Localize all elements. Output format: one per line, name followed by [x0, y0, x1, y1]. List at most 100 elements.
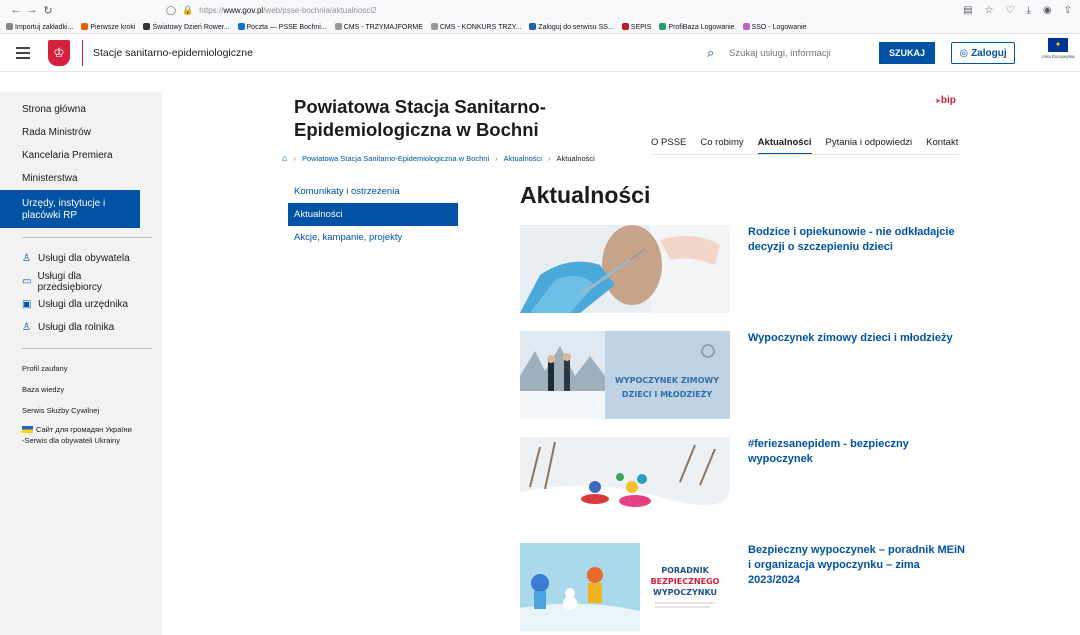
tab-what-we-do[interactable]: Co robimy: [700, 137, 743, 155]
subnav-item-alerts[interactable]: Komunikaty i ostrzeżenia: [288, 180, 458, 203]
sidebar-item-council[interactable]: Rada Ministrów: [0, 121, 162, 144]
eagle-emblem-icon[interactable]: ♔: [48, 39, 70, 66]
pocket-icon[interactable]: ♡: [1005, 5, 1014, 16]
eu-label: Unia Europejska: [1041, 54, 1075, 59]
sidebar-item-ministries[interactable]: Ministerstwa: [0, 167, 162, 190]
image-caption: PORADNIK: [661, 566, 709, 575]
extensions-icon[interactable]: ⇧: [1064, 5, 1072, 16]
search-icon: ⌕: [707, 45, 715, 60]
forward-icon[interactable]: →: [24, 4, 40, 16]
breadcrumb: ⌂ › Powiatowa Stacja Sanitarno-Epidemiol…: [282, 153, 595, 163]
header-divider: [82, 39, 83, 66]
subnav-item-news[interactable]: Aktualności: [288, 203, 458, 226]
login-button[interactable]: ◎ Zaloguj: [951, 42, 1015, 64]
breadcrumb-link[interactable]: Powiatowa Stacja Sanitarno-Epidemiologic…: [302, 154, 489, 163]
sidebar-link-knowledge-base[interactable]: Baza wiedzy: [0, 379, 162, 400]
news-title-link[interactable]: #feriezsanepidem - bezpieczny wypoczynek: [748, 437, 968, 467]
home-icon[interactable]: ⌂: [282, 153, 287, 163]
person-icon: ♙: [22, 253, 31, 264]
account-icon[interactable]: ◉: [1043, 5, 1052, 16]
bookmark-item[interactable]: CMS - TRZYMAJFORME: [334, 22, 423, 31]
tab-news[interactable]: Aktualności: [757, 137, 812, 155]
news-title-link[interactable]: Bezpieczny wypoczynek – poradnik MEiN i …: [748, 543, 968, 588]
search-button[interactable]: SZUKAJ: [879, 42, 935, 64]
left-sidebar: Strona główna Rada Ministrów Kancelaria …: [0, 92, 162, 635]
bookmark-item[interactable]: SSO - Logowanie: [742, 22, 806, 31]
sidebar-divider: [22, 348, 152, 349]
image-caption: WYPOCZYNEK ZIMOWY: [615, 376, 719, 385]
news-title-link[interactable]: Rodzice i opiekunowie - nie odkładajcie …: [748, 225, 968, 255]
farmer-icon: ♙: [22, 322, 31, 333]
search-box: ⌕ SZUKAJ: [707, 42, 935, 64]
bookmark-item[interactable]: Importuj zakładki...: [6, 22, 73, 31]
download-icon[interactable]: ⤓: [1026, 5, 1030, 16]
sidebar-service-business[interactable]: ▭ Usługi dla przedsiębiorcy: [0, 270, 162, 293]
section-heading: Aktualności: [520, 182, 651, 208]
page-title: Powiatowa Stacja Sanitarno-Epidemiologic…: [294, 96, 546, 140]
section-tabs: O PSSE Co robimy Aktualności Pytania i o…: [651, 137, 958, 155]
sidebar-service-citizen[interactable]: ♙ Usługi dla obywatela: [0, 247, 162, 270]
subnav-item-campaigns[interactable]: Akcje, kampanie, projekty: [288, 226, 458, 249]
bookmark-item[interactable]: Światowy Dzień Rower...: [143, 22, 230, 31]
sidebar-item-home[interactable]: Strona główna: [0, 98, 162, 121]
bookmarks-bar: Importuj zakładki... Pierwsze kroki Świa…: [0, 20, 1080, 34]
sidebar-link-ukraine[interactable]: Сайт для громадян України -Serwis dla ob…: [0, 424, 162, 446]
eu-flag-icon: ✦: [1048, 38, 1068, 52]
news-item: Rodzice i opiekunowie - nie odkładajcie …: [520, 225, 960, 313]
sidebar-item-chancellery[interactable]: Kancelaria Premiera: [0, 144, 162, 167]
eu-logo: ✦ Unia Europejska: [1039, 38, 1077, 59]
tab-contact[interactable]: Kontakt: [926, 137, 958, 155]
breadcrumb-separator: ›: [495, 153, 498, 163]
safe-holiday-guide-image[interactable]: PORADNIK BEZPIECZNEGO WYPOCZYNKU: [520, 543, 730, 631]
back-icon[interactable]: ←: [8, 4, 24, 16]
menu-icon[interactable]: [16, 46, 30, 59]
bookmark-item[interactable]: Poczta — PSSE Bochni...: [237, 22, 327, 31]
reader-icon[interactable]: ▤: [963, 5, 972, 16]
breadcrumb-separator: ›: [293, 153, 296, 163]
tab-faq[interactable]: Pytania i odpowiedzi: [826, 137, 913, 155]
reload-icon[interactable]: ↻: [40, 4, 56, 17]
bookmark-item[interactable]: Zaloguj do serwisu SS...: [529, 22, 614, 31]
sidebar-service-official[interactable]: ▣ Usługi dla urzędnika: [0, 293, 162, 316]
address-bar[interactable]: ◯ 🔒 https://www.gov.pl/web/psse-bochnia/…: [166, 5, 926, 16]
tabs-underline: [651, 154, 959, 155]
lock-icon: 🔒: [182, 4, 194, 15]
section-subnav: Komunikaty i ostrzeżenia Aktualności Akc…: [288, 180, 458, 249]
news-item: WYPOCZYNEK ZIMOWY DZIECI I MŁODZIEŻY Wyp…: [520, 331, 960, 419]
ukraine-flag-icon: [22, 426, 33, 433]
bookmark-item[interactable]: CMS - KONKURS TRZY...: [430, 22, 521, 31]
news-item: #feriezsanepidem - bezpieczny wypoczynek: [520, 437, 960, 525]
news-title-link[interactable]: Wypoczynek zimowy dzieci i młodzieży: [748, 331, 968, 346]
bookmark-item[interactable]: ProfiBaza Logowanie: [659, 22, 735, 31]
sidebar-service-farmer[interactable]: ♙ Usługi dla rolnika: [0, 316, 162, 339]
bookmark-star-icon[interactable]: ☆: [985, 5, 994, 16]
vaccination-image[interactable]: [520, 225, 730, 313]
breadcrumb-current: Aktualności: [556, 153, 595, 163]
url-text: https://www.gov.pl/web/psse-bochnia/aktu…: [199, 5, 377, 15]
sidebar-link-civil-service[interactable]: Serwis Służby Cywilnej: [0, 400, 162, 421]
shield-icon: ◯: [166, 4, 177, 15]
image-caption: WYPOCZYNKU: [653, 588, 717, 597]
image-caption: BEZPIECZNEGO: [651, 577, 720, 586]
winter-holiday-image[interactable]: WYPOCZYNEK ZIMOWY DZIECI I MŁODZIEŻY: [520, 331, 730, 419]
news-item: PORADNIK BEZPIECZNEGO WYPOCZYNKU Bezpiec…: [520, 543, 965, 631]
breadcrumb-separator: ›: [547, 153, 551, 163]
site-name[interactable]: Stacje sanitarno-epidemiologiczne: [93, 47, 253, 59]
laptop-icon: ▣: [22, 299, 32, 310]
bookmark-item[interactable]: Pierwsze kroki: [81, 22, 135, 31]
browser-toolbar: ← → ↻ ◯ 🔒 https://www.gov.pl/web/psse-bo…: [0, 0, 1080, 20]
image-caption: DZIECI I MŁODZIEŻY: [622, 389, 713, 399]
sledding-image[interactable]: [520, 437, 730, 525]
sidebar-link-trusted-profile[interactable]: Profil zaufany: [0, 358, 162, 379]
user-icon: ◎: [959, 47, 969, 59]
tab-about[interactable]: O PSSE: [651, 137, 686, 155]
site-header: ♔ Stacje sanitarno-epidemiologiczne ⌕ SZ…: [0, 34, 1080, 72]
bookmark-item[interactable]: SEPIS: [621, 22, 651, 31]
breadcrumb-link[interactable]: Aktualności: [504, 154, 542, 163]
sidebar-item-offices[interactable]: Urzędy, instytucje i placówki RP: [0, 190, 140, 228]
search-input[interactable]: [729, 42, 879, 64]
ukraine-link-subtitle: -Serwis dla obywateli Ukrainy: [22, 436, 120, 445]
bip-logo[interactable]: ➤bip: [935, 95, 956, 106]
sidebar-divider: [22, 237, 152, 238]
briefcase-icon: ▭: [22, 276, 32, 287]
